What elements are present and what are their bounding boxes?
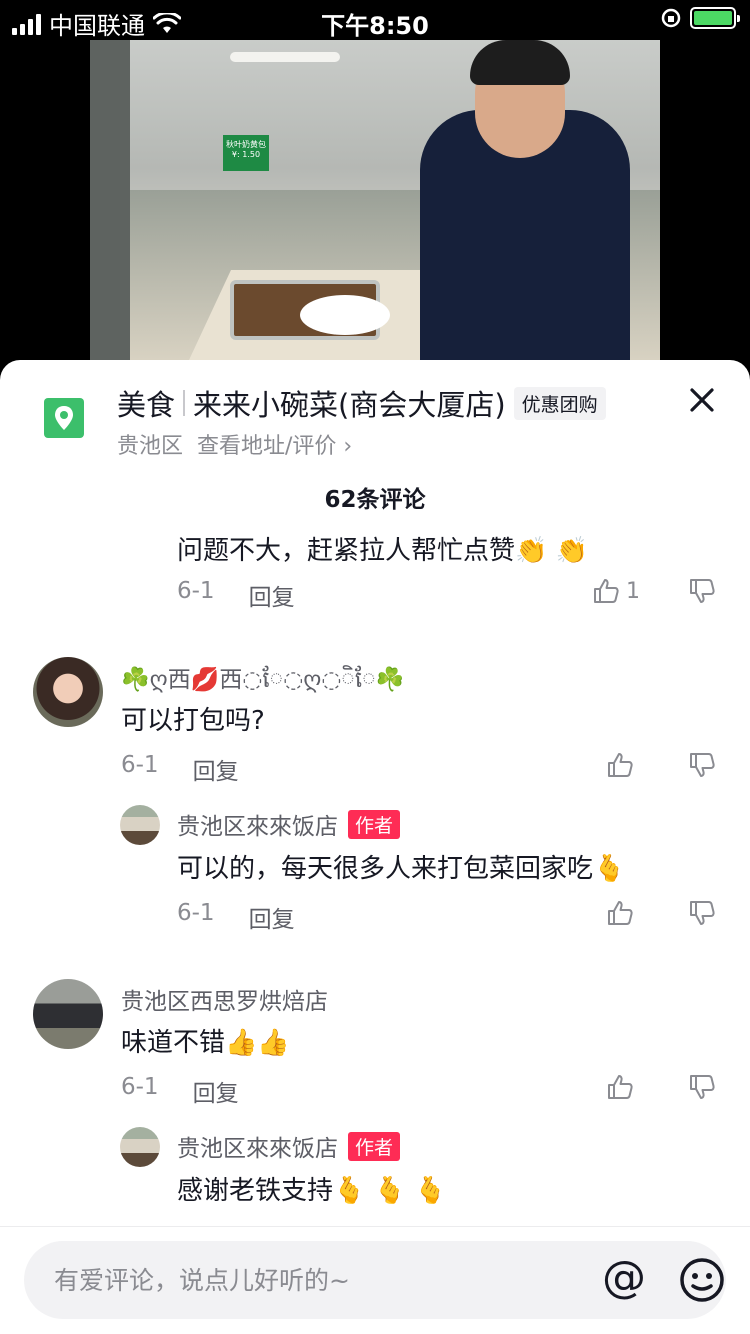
reply-username[interactable]: 贵池区來來饭店: [177, 807, 338, 841]
promo-badge[interactable]: 优惠团购: [513, 386, 606, 420]
battery-icon: [690, 7, 740, 29]
comment-list[interactable]: 问题不大，赶紧拉人帮忙点赞👏 👏 6-1 回复 1 ☘️ღ西💋西◌ែ◌ღ◌ិ◌ែ…: [0, 520, 750, 1226]
comment-input-bar: @: [0, 1226, 750, 1334]
video-scene-hair: [470, 40, 570, 85]
reply-username-row: 贵池区來來饭店 作者: [177, 1129, 401, 1163]
poi-header[interactable]: 美食 来来小碗菜(商会大厦店) 优惠团购 贵池区 查看地址/评价 ›: [0, 360, 750, 470]
comment-date: 6-1: [121, 1074, 159, 1100]
reply-username[interactable]: 贵池区來來饭店: [177, 1129, 338, 1163]
comment-date: 6-1: [121, 752, 159, 778]
comment-meta: 6-1 回复: [121, 752, 239, 786]
comment-text: 味道不错👍👍: [121, 1028, 290, 1058]
comment-text-partial: 问题不大，赶紧拉人帮忙点赞👏 👏: [177, 536, 589, 566]
comment-username[interactable]: 贵池区西思罗烘焙店: [121, 982, 328, 1016]
location-pin-icon: [44, 398, 84, 438]
comment-text: 可以打包吗?: [121, 706, 265, 736]
comment-input-box[interactable]: @: [24, 1241, 726, 1319]
comment-date: 6-1: [177, 578, 215, 604]
reply-meta: 6-1 回复: [177, 900, 295, 934]
avatar[interactable]: [33, 979, 103, 1049]
thumb-down-icon[interactable]: [688, 751, 716, 779]
at-mention-button[interactable]: @: [600, 1256, 648, 1304]
poi-sub-row: 贵池区 查看地址/评价 ›: [117, 428, 352, 460]
thumb-up-icon: [594, 579, 619, 603]
status-time: 下午8:50: [321, 12, 429, 40]
poi-title-row: 美食 来来小碗菜(商会大厦店) 优惠团购: [117, 382, 606, 424]
like-button[interactable]: 1: [592, 577, 640, 605]
reply-username-row: 贵池区來來饭店 作者: [177, 807, 401, 841]
video-scene-post: [90, 40, 130, 360]
author-badge: 作者: [348, 1131, 401, 1161]
comment-panel: 美食 来来小碗菜(商会大厦店) 优惠团购 贵池区 查看地址/评价 › 62条评论…: [0, 360, 750, 1334]
avatar[interactable]: [120, 1127, 160, 1167]
video-scene-light: [230, 52, 340, 62]
comment-input[interactable]: [54, 1241, 574, 1319]
poi-district: 贵池区: [117, 434, 184, 459]
video-scene-sign: 秋叶奶黄包 ¥: 1.50: [223, 135, 269, 171]
reply-button[interactable]: 回复: [193, 752, 239, 786]
author-badge: 作者: [348, 809, 401, 839]
comment-username[interactable]: ☘️ღ西💋西◌ែ◌ღ◌ិ◌ែ☘️: [121, 660, 404, 699]
thumb-down-icon[interactable]: [688, 1073, 716, 1101]
poi-name[interactable]: 来来小碗菜(商会大厦店): [193, 382, 506, 424]
thumb-up-icon[interactable]: [606, 899, 634, 927]
rotation-lock-icon: [661, 8, 681, 28]
comment-meta: 6-1 回复: [121, 1074, 239, 1108]
reply-date: 6-1: [177, 900, 215, 926]
emoji-icon[interactable]: [678, 1256, 726, 1304]
poi-address-link[interactable]: 查看地址/评价 ›: [197, 428, 352, 460]
video-sign-text: 秋叶奶黄包: [226, 140, 266, 149]
thumb-down-icon[interactable]: [688, 577, 716, 605]
video-preview[interactable]: 秋叶奶黄包 ¥: 1.50: [90, 40, 660, 360]
poi-divider: [183, 390, 186, 416]
reply-button[interactable]: 回复: [193, 1074, 239, 1108]
reply-button[interactable]: 回复: [249, 578, 295, 612]
close-icon[interactable]: [686, 384, 718, 416]
reply-button[interactable]: 回复: [249, 900, 295, 934]
video-sign-price: ¥: 1.50: [231, 150, 261, 159]
status-bar: 中国联通 下午8:50: [0, 0, 750, 40]
avatar[interactable]: [33, 657, 103, 727]
comment-count: 62条评论: [324, 487, 426, 513]
reply-text: 感谢老铁支持🫰 🫰 🫰: [177, 1176, 447, 1206]
thumb-up-icon[interactable]: [606, 1073, 634, 1101]
like-count: 1: [626, 578, 640, 604]
thumb-up-icon[interactable]: [606, 751, 634, 779]
thumb-down-icon[interactable]: [688, 899, 716, 927]
reply-text: 可以的，每天很多人来打包菜回家吃🫰: [177, 854, 626, 884]
avatar[interactable]: [120, 805, 160, 845]
poi-category: 美食: [117, 388, 176, 422]
video-scene-plate: [300, 295, 390, 335]
comment-meta: 6-1 回复: [177, 578, 295, 612]
